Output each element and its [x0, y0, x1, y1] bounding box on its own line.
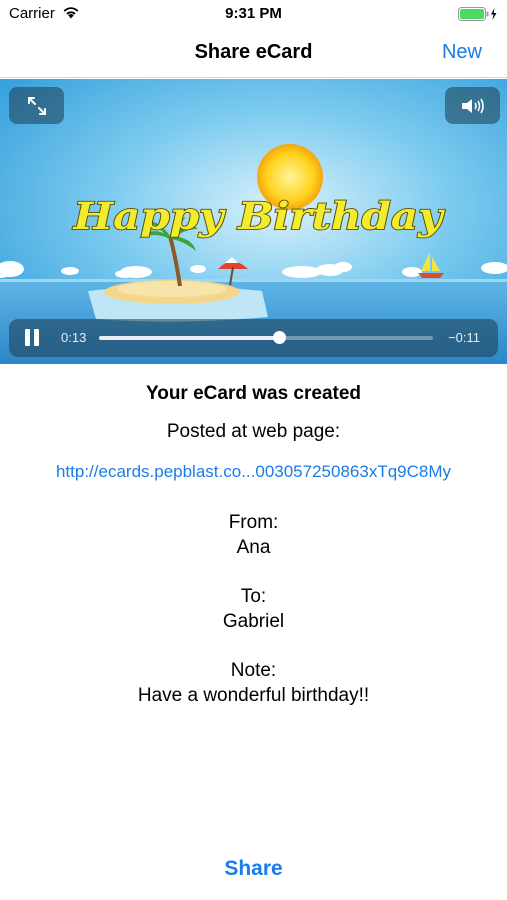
from-label: From: [228, 512, 279, 533]
pause-button[interactable] [24, 329, 40, 347]
elapsed-time: 0:13 [61, 330, 87, 345]
scrubber-progress [99, 336, 280, 340]
created-headline: Your eCard was created [145, 383, 362, 404]
to-label: To: [240, 586, 267, 607]
expand-arrows-icon [27, 96, 46, 115]
scrubber-knob[interactable] [273, 331, 287, 344]
new-button[interactable]: New [442, 41, 482, 64]
battery-charging-icon [458, 7, 497, 21]
from-value: Ana [236, 537, 271, 558]
status-bar: Carrier 9:31 PM [0, 0, 507, 28]
playback-scrubber[interactable] [99, 331, 433, 344]
expand-button[interactable] [9, 87, 64, 124]
note-value: Have a wonderful birthday!! [137, 685, 370, 706]
video-player[interactable]: Happy Birthday 0:13 −0:11 [0, 79, 507, 364]
note-label: Note: [230, 660, 277, 681]
posted-label: Posted at web page: [166, 421, 341, 442]
page-title: Share eCard [194, 41, 313, 63]
navigation-bar: Share eCard New [0, 28, 507, 78]
card-title-text: Happy Birthday [72, 194, 445, 238]
playback-controls: 0:13 −0:11 [9, 319, 498, 357]
remaining-time: −0:11 [448, 330, 480, 345]
ecard-url-link[interactable]: http://ecards.pepblast.co...003057250863… [0, 462, 507, 482]
to-value: Gabriel [222, 611, 285, 632]
share-button[interactable]: Share [0, 857, 507, 881]
pause-icon [25, 329, 30, 346]
status-time: 9:31 PM [225, 5, 282, 22]
volume-button[interactable] [445, 87, 500, 124]
speaker-volume-icon [461, 98, 484, 113]
